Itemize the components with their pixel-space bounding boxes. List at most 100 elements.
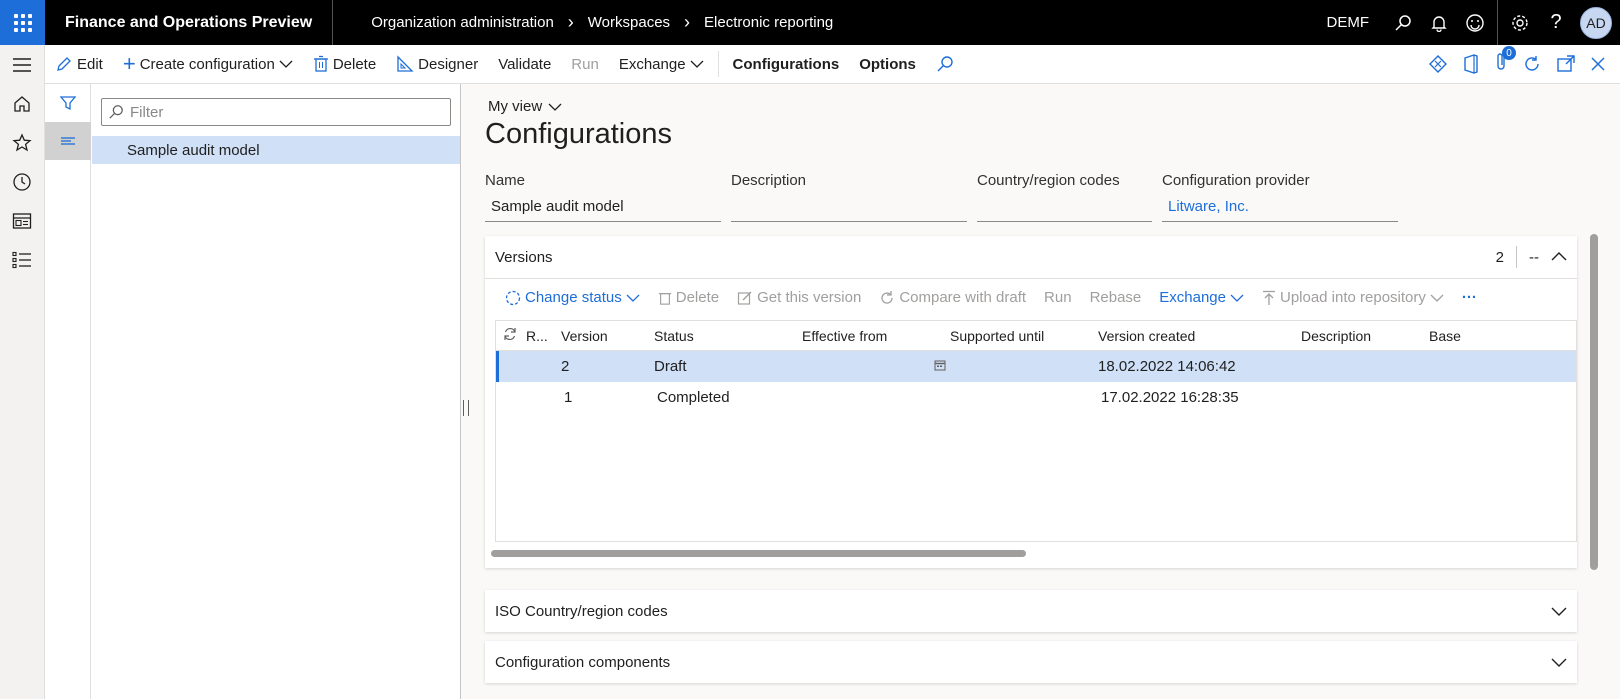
versions-toolbar: Change status Delete Get this version Co… [485,278,1577,316]
edit-document-icon [737,291,752,305]
iso-country-region-codes-fasttab[interactable]: ISO Country/region codes [485,590,1577,632]
status-cycle-icon [505,290,521,305]
vertical-scrollbar[interactable] [1590,234,1598,570]
designer-button[interactable]: Designer [386,45,488,84]
country-region-field: Country/region codes [977,172,1152,222]
components-title: Configuration components [495,653,671,671]
breadcrumb-item-electronic-reporting[interactable]: Electronic reporting [704,14,833,31]
refresh-icon[interactable] [1522,54,1542,74]
favorites-star-icon[interactable] [0,123,45,162]
change-status-button[interactable]: Change status [497,289,648,306]
tree-toolbar [45,84,91,699]
description-input[interactable] [731,195,967,222]
chevron-down-icon [690,60,704,68]
gear-icon[interactable] [1502,0,1538,45]
get-this-version-button[interactable]: Get this version [729,289,869,306]
edit-label: Edit [77,55,103,73]
configuration-components-fasttab[interactable]: Configuration components [485,641,1577,683]
help-icon[interactable]: ? [1538,0,1574,45]
column-header-description[interactable]: Description [1301,328,1429,344]
divider [1516,246,1517,268]
app-title[interactable]: Finance and Operations Preview [45,0,334,45]
breadcrumb-item-organization-administration[interactable]: Organization administration [371,14,554,31]
more-options-button[interactable]: ··· [1454,289,1485,306]
attachments-button[interactable]: 0 [1494,46,1516,76]
change-status-label: Change status [525,289,622,306]
options-tab[interactable]: Options [849,45,926,84]
name-input[interactable]: Sample audit model [485,195,721,222]
country-region-input[interactable] [977,195,1152,222]
action-search-button[interactable] [926,45,964,84]
workspaces-icon[interactable] [0,201,45,240]
chevron-up-icon[interactable] [1551,252,1567,262]
version-delete-button[interactable]: Delete [650,289,727,306]
chevron-down-icon[interactable] [1551,606,1567,616]
refresh-compare-icon [881,290,893,304]
table-row[interactable]: 1 Completed 17.02.2022 16:28:35 [496,382,1576,413]
column-header-version[interactable]: Version [561,328,654,344]
filter-funnel-icon[interactable] [45,84,91,122]
edit-button[interactable]: Edit [45,45,113,84]
version-created-cell: 17.02.2022 16:28:35 [1101,389,1239,406]
column-header-version-created[interactable]: Version created [1098,328,1301,344]
home-icon[interactable] [0,84,45,123]
chevron-right-icon: › [567,12,574,32]
create-configuration-button[interactable]: + Create configuration [113,45,303,84]
notification-bell-icon[interactable] [1421,0,1457,45]
horizontal-scrollbar[interactable] [491,550,1026,557]
filter-input[interactable]: Filter [101,98,451,126]
view-label: My view [488,98,543,115]
trash-icon [658,292,671,305]
search-icon [937,56,953,72]
hamburger-menu-icon[interactable] [0,45,45,84]
close-icon[interactable] [1590,56,1606,72]
version-exchange-button[interactable]: Exchange [1151,289,1252,306]
diamond-link-icon[interactable] [1428,54,1448,74]
status-cell: Draft [654,358,687,375]
column-header-supported-until[interactable]: Supported until [950,328,1098,344]
left-navigation-pane [0,45,45,699]
list-view-icon[interactable] [45,122,91,160]
delete-button[interactable]: Delete [303,45,386,84]
rebase-button[interactable]: Rebase [1082,289,1150,306]
exchange-menu-button[interactable]: Exchange [609,45,714,84]
effective-from-cell[interactable] [802,358,950,375]
open-new-window-icon[interactable] [1556,55,1576,73]
recent-clock-icon[interactable] [0,162,45,201]
version-run-button[interactable]: Run [1036,289,1080,306]
upload-into-repository-label: Upload into repository [1279,289,1426,306]
table-row[interactable]: 2 Draft 18.02.2022 14:06:42 [496,351,1576,382]
avatar[interactable]: AD [1580,6,1612,39]
office-icon[interactable] [1462,54,1480,74]
column-header-base[interactable]: Base [1429,328,1529,344]
versions-header[interactable]: Versions 2 -- [485,236,1577,278]
versions-grid-header: R... Version Status Effective from Suppo… [496,321,1576,351]
company-picker[interactable]: DEMF [1311,14,1386,31]
version-exchange-label: Exchange [1159,289,1226,306]
tree-item-sample-audit-model[interactable]: Sample audit model [92,136,460,164]
search-icon[interactable] [1385,0,1421,45]
validate-button[interactable]: Validate [488,45,561,84]
breadcrumb-item-workspaces[interactable]: Workspaces [588,14,670,31]
version-cell: 2 [561,358,570,375]
configuration-provider-link[interactable]: Litware, Inc. [1162,195,1398,222]
smiley-feedback-icon[interactable] [1457,0,1493,45]
configuration-provider-label: Configuration provider [1162,172,1310,189]
modules-list-icon[interactable] [0,240,45,279]
versions-count: 2 [1495,248,1504,266]
description-label: Description [731,172,807,189]
compare-with-draft-label: Compare with draft [899,289,1027,306]
pane-splitter-handle[interactable] [463,400,469,416]
upload-into-repository-button[interactable]: Upload into repository [1254,289,1452,306]
app-launcher-button[interactable] [0,0,45,45]
view-selector[interactable]: My view [488,98,562,115]
column-header-r[interactable]: R... [526,328,561,344]
configurations-tab[interactable]: Configurations [723,45,850,84]
column-header-effective-from[interactable]: Effective from [802,328,950,344]
chevron-down-icon[interactable] [1551,657,1567,667]
compare-with-draft-button[interactable]: Compare with draft [871,289,1034,306]
chevron-down-icon [1430,294,1444,302]
column-header-status[interactable]: Status [654,328,802,344]
grid-refresh-icon[interactable] [496,326,526,345]
run-button[interactable]: Run [561,45,609,84]
